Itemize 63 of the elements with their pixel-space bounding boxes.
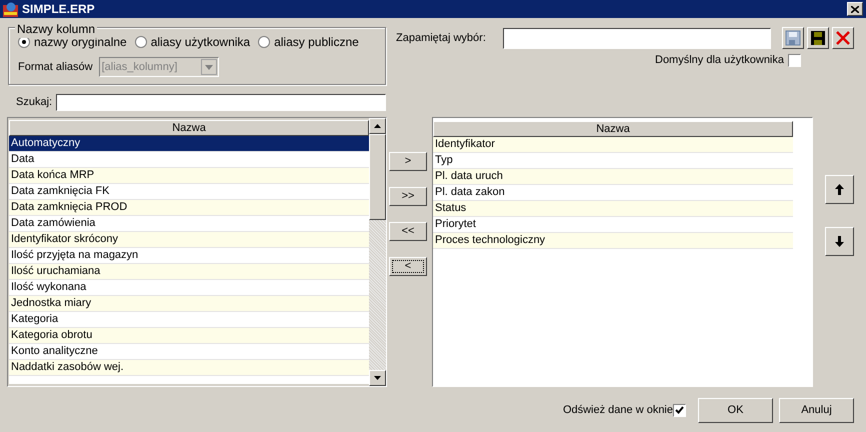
scroll-up-button[interactable]: [369, 118, 386, 134]
app-icon: [3, 2, 18, 16]
list-item[interactable]: Proces technologiczny: [433, 233, 793, 249]
remember-field[interactable]: [503, 28, 771, 48]
delete-button[interactable]: [832, 27, 854, 49]
list-item[interactable]: Data zamówienia: [9, 216, 369, 232]
column-header[interactable]: Nazwa: [9, 120, 369, 136]
column-header[interactable]: Nazwa: [433, 121, 793, 137]
scroll-down-button[interactable]: [369, 370, 386, 386]
checkbox-label: Odśwież dane w oknie: [562, 402, 673, 418]
checkbox[interactable]: [788, 54, 801, 67]
list-item[interactable]: Pl. data zakon: [433, 185, 793, 201]
list-item[interactable]: Ilość przyjęta na magazyn: [9, 248, 369, 264]
list-item[interactable]: Automatyczny: [9, 136, 369, 152]
list-item[interactable]: Status: [433, 201, 793, 217]
arrow-down-icon: [835, 236, 844, 247]
list-item[interactable]: Kategoria obrotu: [9, 328, 369, 344]
transfer-button[interactable]: <: [389, 257, 427, 276]
transfer-button[interactable]: <<: [389, 222, 427, 241]
arrow-up-icon: [835, 184, 844, 195]
list-item[interactable]: Kategoria: [9, 312, 369, 328]
radio-button[interactable]: [134, 36, 147, 48]
scrollbar-thumb[interactable]: [369, 134, 386, 220]
search-label: Szukaj:: [16, 95, 52, 110]
radio-label: aliasy publiczne: [274, 34, 359, 51]
checkbox-label: Domyślny dla użytkownika: [655, 53, 784, 68]
vertical-scrollbar[interactable]: [369, 118, 386, 386]
list-item[interactable]: Identyfikator skrócony: [9, 232, 369, 248]
delete-icon: [835, 30, 851, 46]
list-item[interactable]: Pl. data uruch: [433, 169, 793, 185]
arrow-up-icon: [374, 124, 381, 128]
list-item[interactable]: Identyfikator: [433, 137, 793, 153]
list-item[interactable]: Data: [9, 152, 369, 168]
close-button[interactable]: [847, 2, 863, 16]
radio-label: nazwy oryginalne: [34, 35, 127, 51]
field-label: Format aliasów: [18, 60, 93, 75]
check-icon: [675, 406, 684, 414]
list-item[interactable]: Data zamknięcia FK: [9, 184, 369, 200]
radio-label: aliasy użytkownika: [150, 34, 250, 51]
move-down-button[interactable]: [825, 227, 854, 256]
close-icon: [851, 6, 859, 12]
list-item[interactable]: Naddatki zasobów wej.: [9, 360, 369, 376]
remember-label: Zapamiętaj wybór:: [396, 30, 487, 46]
arrow-down-icon: [374, 376, 381, 380]
list-item[interactable]: Data zamknięcia PROD: [9, 200, 369, 216]
list-item[interactable]: Ilość wykonana: [9, 280, 369, 296]
search-field[interactable]: [56, 94, 386, 111]
list-item[interactable]: Typ: [433, 153, 793, 169]
save-button[interactable]: [782, 27, 804, 49]
move-up-button[interactable]: [825, 175, 854, 204]
window-title: SIMPLE.ERP: [22, 1, 95, 18]
list-item[interactable]: Ilość uruchamiana: [9, 264, 369, 280]
ok-button[interactable]: OK: [698, 398, 773, 422]
radio-button[interactable]: [258, 36, 270, 48]
list-item[interactable]: Konto analityczne: [9, 344, 369, 360]
list-item[interactable]: Priorytet: [433, 217, 793, 233]
save-as-button[interactable]: [807, 27, 829, 49]
cancel-button[interactable]: Anuluj: [779, 398, 854, 422]
transfer-button[interactable]: >: [389, 152, 427, 171]
list-item[interactable]: Data końca MRP: [9, 168, 369, 184]
list-item[interactable]: Jednostka miary: [9, 296, 369, 312]
checkbox[interactable]: [673, 404, 686, 416]
transfer-button[interactable]: >>: [389, 187, 427, 206]
